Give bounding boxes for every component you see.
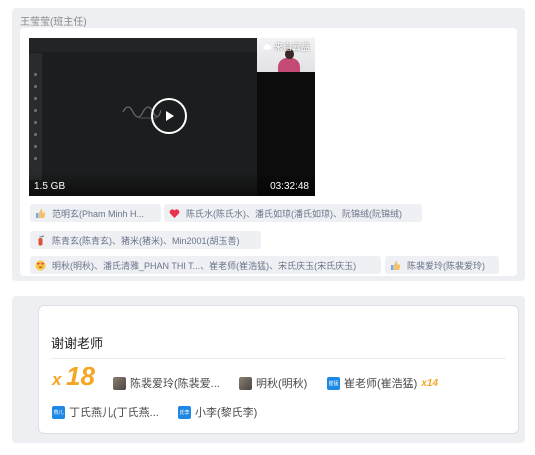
video-file-size: 1.5 GB <box>34 181 66 192</box>
play-button[interactable] <box>151 98 187 134</box>
video-player[interactable]: 来自云盘 1.5 GB 03:32:48 <box>29 38 315 196</box>
reaction-names: 陈氏水(陈氏水)、潘氏如琼(潘氏如琼)、阮锦绒(阮锦绒) <box>186 208 402 219</box>
reaction-names: 陈青玄(陈青玄)、猪米(猪米)、Min2001(胡玉善) <box>52 235 240 246</box>
plus-count: 18 <box>66 361 95 391</box>
participant-name: 陈裴爱玲(陈裴爱... <box>130 378 220 390</box>
message-container: 王莹莹(班主任) 来自云盘 1.5 GB 03:32:48 范明玄(Pham M… <box>12 8 525 281</box>
participant-name: 丁氏燕儿(丁氏燕... <box>69 407 159 419</box>
thumbs-up-icon <box>36 208 46 218</box>
participant-item[interactable]: 燕儿 丁氏燕儿(丁氏燕... <box>52 404 159 420</box>
plus-one-container: 谢谢老师 x 18 陈裴爱玲(陈裴爱... 明秋(明秋) 崔猛 崔老师(崔浩猛)… <box>12 296 525 443</box>
message-bubble: 来自云盘 1.5 GB 03:32:48 范明玄(Pham Minh H... <box>20 28 517 276</box>
reaction-chip-heart[interactable]: 陈氏水(陈氏水)、潘氏如琼(潘氏如琼)、阮锦绒(阮锦绒) <box>164 204 422 222</box>
video-whiteboard-toolbar <box>29 53 42 180</box>
avatar: 氏李 <box>178 405 191 419</box>
heart-eyes-icon <box>35 260 46 270</box>
thumbs-up-icon <box>391 260 401 270</box>
cloud-tag-label: 来自云盘 <box>274 41 311 52</box>
divider <box>51 358 506 359</box>
avatar: 燕儿 <box>52 405 65 419</box>
reaction-chip-thumbs-up-2[interactable]: 陈裴爱玲(陈裴爱玲) <box>385 256 499 274</box>
cloud-icon <box>263 43 272 49</box>
participant-name: 崔老师(崔浩猛) <box>344 378 418 390</box>
sender-name: 王莹莹(班主任) <box>20 17 87 28</box>
play-icon <box>166 111 174 121</box>
avatar <box>239 376 252 390</box>
avatar: 崔猛 <box>327 376 340 390</box>
card-title: 谢谢老师 <box>51 336 104 351</box>
cloud-source-tag: 来自云盘 <box>259 40 313 52</box>
fire-extinguisher-icon <box>38 235 45 245</box>
participant-item[interactable]: 氏李 小李(黎氏李) <box>178 404 257 420</box>
participant-item[interactable]: 明秋(明秋) <box>239 375 307 391</box>
reaction-chip-extinguisher[interactable]: 陈青玄(陈青玄)、猪米(猪米)、Min2001(胡玉善) <box>30 231 261 249</box>
participant-name: 明秋(明秋) <box>256 378 308 390</box>
participant-name: 小李(黎氏李) <box>195 407 258 419</box>
plus-count-prefix: x <box>52 370 62 389</box>
video-duration: 03:32:48 <box>270 181 309 192</box>
reaction-chip-heart-eyes[interactable]: 明秋(明秋)、潘氏清雅_PHAN THI T...、崔老师(崔浩猛)、宋氏庆玉(… <box>30 256 381 274</box>
reaction-names: 明秋(明秋)、潘氏清雅_PHAN THI T...、崔老师(崔浩猛)、宋氏庆玉(… <box>52 260 357 271</box>
reaction-names: 范明玄(Pham Minh H... <box>52 208 145 219</box>
participant-item[interactable]: 陈裴爱玲(陈裴爱... <box>113 375 220 391</box>
reaction-chip-thumbs-up[interactable]: 范明玄(Pham Minh H... <box>30 204 161 222</box>
avatar <box>113 376 126 390</box>
plus-one-card: 谢谢老师 x 18 陈裴爱玲(陈裴爱... 明秋(明秋) 崔猛 崔老师(崔浩猛)… <box>38 305 519 434</box>
heart-icon <box>169 208 180 218</box>
participant-item[interactable]: 崔猛 崔老师(崔浩猛) x14 <box>327 375 438 391</box>
participant-multiplier: x14 <box>421 377 439 389</box>
reaction-names: 陈裴爱玲(陈裴爱玲) <box>407 260 485 271</box>
